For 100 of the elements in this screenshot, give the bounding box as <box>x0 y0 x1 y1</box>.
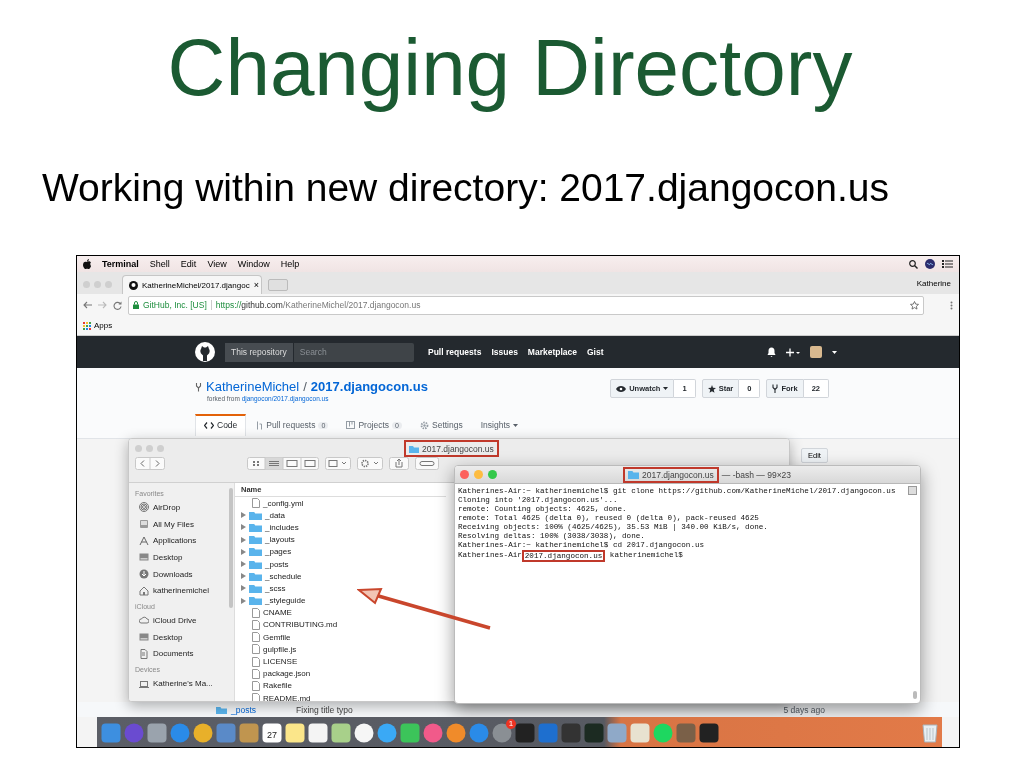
sidebar-item[interactable]: Desktop <box>129 549 234 566</box>
file-name[interactable]: _includes <box>265 522 299 532</box>
console-icon[interactable] <box>699 723 719 743</box>
folder-link[interactable]: _posts <box>231 704 257 715</box>
calendar-icon[interactable] <box>262 723 282 743</box>
finder-icon[interactable] <box>101 723 121 743</box>
file-name[interactable]: _pages <box>265 547 292 557</box>
book-icon[interactable] <box>446 723 466 743</box>
file-name[interactable]: _scss <box>265 583 286 593</box>
address-bar[interactable]: GitHub, Inc. [US] https://github.com/KatherineMichel/2017.djangocon.us <box>128 295 924 315</box>
music-app-icon[interactable] <box>653 723 673 743</box>
plus-dropdown-icon[interactable] <box>786 347 800 357</box>
arrange-icon[interactable] <box>325 457 351 470</box>
maps-icon[interactable] <box>331 723 351 743</box>
share-icon[interactable] <box>389 457 409 470</box>
menu-item[interactable]: View <box>207 259 227 269</box>
nav-link[interactable]: Gist <box>587 347 604 357</box>
tag-icon[interactable] <box>415 457 439 470</box>
scroll-bar[interactable] <box>913 691 917 699</box>
menu-item[interactable]: Edit <box>180 259 197 269</box>
file-name[interactable]: _schedule <box>265 571 302 581</box>
sidebar-item[interactable]: Documents <box>129 645 234 663</box>
sidebar-item[interactable]: Katherine's Ma... <box>129 675 234 692</box>
list-icon[interactable] <box>308 723 328 743</box>
menu-item[interactable]: Window <box>237 259 270 269</box>
highlighted-folder-name: 2017.djangocon.us <box>623 466 719 483</box>
scroll-button[interactable] <box>908 486 917 495</box>
siri-icon[interactable] <box>925 259 935 269</box>
reload-icon[interactable] <box>113 300 122 310</box>
avatar-placeholder[interactable] <box>810 346 822 358</box>
bookmark-link[interactable]: Apps <box>94 321 113 330</box>
app-store-icon[interactable] <box>469 723 489 743</box>
trash-icon[interactable] <box>922 723 938 743</box>
apps-grid-icon[interactable] <box>83 321 91 330</box>
sidebar-item[interactable]: Applications <box>129 532 234 550</box>
nav-link[interactable]: Pull requests <box>428 347 482 357</box>
file-name[interactable]: _layouts <box>265 535 295 545</box>
repo-link[interactable]: 2017.djangocon.us <box>310 379 428 394</box>
menu-item[interactable]: Shell <box>149 259 170 269</box>
forward-arrow-icon[interactable] <box>98 301 107 309</box>
sidebar-item[interactable]: Desktop <box>129 628 234 646</box>
repo-tab[interactable]: Code <box>195 414 247 436</box>
back-forward-icon[interactable] <box>135 457 165 470</box>
commit-message[interactable]: Fixing title typo <box>296 704 697 715</box>
search-icon[interactable] <box>909 259 918 269</box>
preview-icon[interactable] <box>607 723 627 743</box>
file-name[interactable]: CNAME <box>263 608 292 618</box>
file-name[interactable]: gulpfile.js <box>263 644 297 654</box>
list-icon[interactable] <box>942 260 953 268</box>
file-row[interactable]: _posts Fixing title typo 5 days ago <box>77 702 959 717</box>
menu-item[interactable]: Help <box>280 259 300 269</box>
music-icon[interactable] <box>423 723 443 743</box>
nav-link[interactable]: Issues <box>491 347 518 357</box>
rocket-icon[interactable] <box>147 723 167 743</box>
compass-icon[interactable] <box>170 723 190 743</box>
piano-icon[interactable] <box>561 723 581 743</box>
settings-icon[interactable] <box>492 723 512 743</box>
sidebar-item[interactable]: katherinemichel <box>129 582 234 600</box>
file-name[interactable]: README.md <box>263 693 311 701</box>
file-name[interactable]: _data <box>265 510 286 520</box>
chat-icon[interactable] <box>377 723 397 743</box>
settings-icon[interactable] <box>357 457 383 470</box>
view-mode-icon[interactable] <box>247 457 319 470</box>
photo-icon[interactable] <box>216 723 236 743</box>
menu-icon[interactable] <box>950 300 953 310</box>
browser-icon[interactable] <box>193 723 213 743</box>
close-button[interactable]: × <box>253 280 259 290</box>
notes-icon[interactable] <box>285 723 305 743</box>
file-name[interactable]: _config.yml <box>263 498 304 508</box>
owner-link[interactable]: KatherineMichel <box>206 379 300 394</box>
bracket-icon[interactable] <box>538 723 558 743</box>
sidebar-item[interactable]: All My Files <box>129 515 234 533</box>
repo-tab[interactable]: Settings <box>412 414 471 436</box>
nav-link[interactable]: Marketplace <box>527 347 577 357</box>
file-name[interactable]: CONTRIBUTING.md <box>263 620 338 630</box>
file-name[interactable]: _styleguide <box>265 596 306 606</box>
pages-icon[interactable] <box>630 723 650 743</box>
repo-tab[interactable]: Insights <box>472 414 526 436</box>
file-name[interactable]: LICENSE <box>263 657 298 667</box>
back-arrow-icon[interactable] <box>83 301 92 309</box>
terminal-icon[interactable] <box>515 723 535 743</box>
file-name[interactable]: package.json <box>263 669 311 679</box>
sidebar-item[interactable]: Downloads <box>129 565 234 583</box>
sidebar-item[interactable]: AirDrop <box>129 499 234 516</box>
menu-item[interactable]: Terminal <box>102 259 139 269</box>
profile-name[interactable]: Katherine <box>916 278 951 288</box>
github-logo-icon[interactable] <box>195 342 215 362</box>
new-tab-button[interactable] <box>268 279 288 291</box>
video-call-icon[interactable] <box>400 723 420 743</box>
search-field[interactable]: This repository Search <box>225 342 414 362</box>
monitor-icon[interactable] <box>584 723 604 743</box>
browser-tab[interactable]: KatherineMichel/2017.djangoc × <box>122 275 262 294</box>
file-name[interactable]: _posts <box>265 559 289 569</box>
flower-icon[interactable] <box>354 723 374 743</box>
sidebar-item[interactable]: iCloud Drive <box>129 612 234 629</box>
file-name[interactable]: Rakefile <box>263 681 292 691</box>
star-icon[interactable] <box>910 300 919 310</box>
caret-icon[interactable] <box>832 350 837 354</box>
file-name[interactable]: Gemfile <box>263 632 291 642</box>
bell-icon[interactable] <box>767 347 776 357</box>
